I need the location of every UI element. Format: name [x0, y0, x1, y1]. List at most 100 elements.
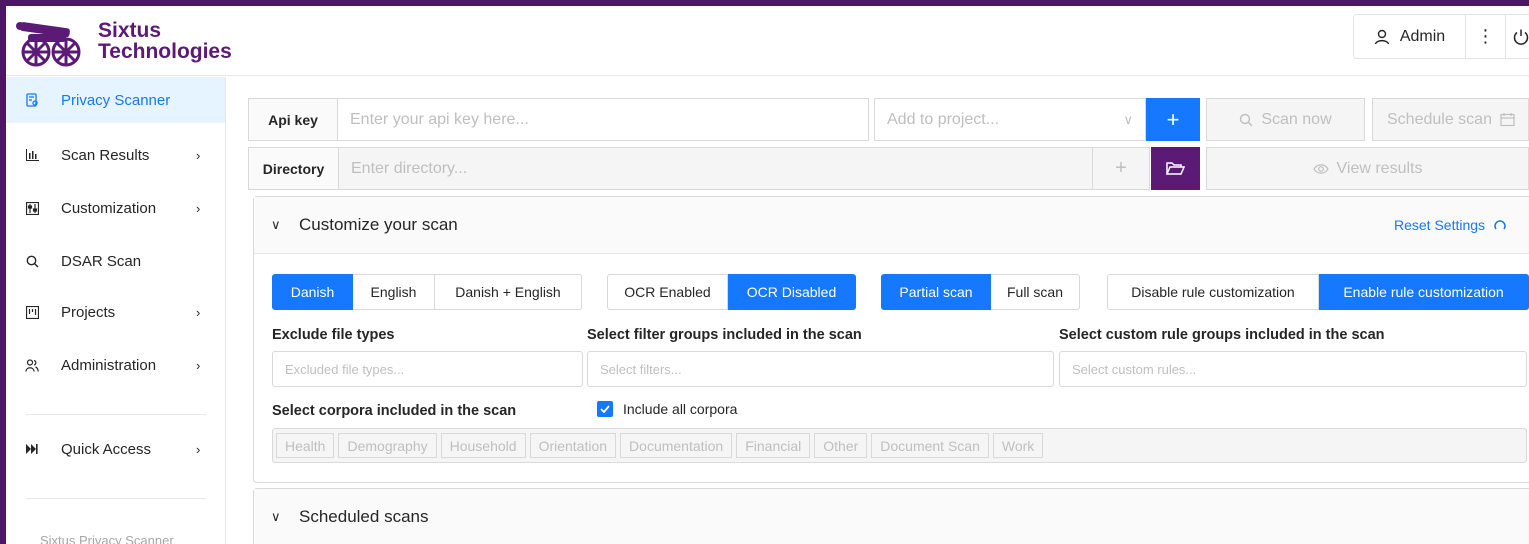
- language-option-english[interactable]: English: [353, 274, 435, 310]
- project-select[interactable]: Add to project... ∨: [874, 98, 1146, 141]
- rule-customization-option-enable[interactable]: Enable rule customization: [1319, 274, 1529, 310]
- sidebar-item-dsar-scan[interactable]: DSAR Scan: [6, 238, 225, 284]
- brand-name-line1: Sixtus: [98, 19, 162, 42]
- sidebar-item-administration[interactable]: Administration ›: [6, 342, 225, 388]
- brand-name: Sixtus Technologies: [98, 20, 232, 62]
- ocr-option-disabled[interactable]: OCR Disabled: [728, 274, 856, 310]
- calendar-icon: [1500, 113, 1515, 127]
- brand-logo[interactable]: Sixtus Technologies: [14, 12, 232, 70]
- corpora-select[interactable]: Health Demography Household Orientation …: [272, 428, 1527, 463]
- user-name: Admin: [1399, 27, 1446, 45]
- scheduled-scans-header[interactable]: ∨ Scheduled scans: [254, 489, 1529, 544]
- corpus-tag: Orientation: [529, 433, 617, 458]
- custom-rule-groups-label: Select custom rule groups included in th…: [1059, 327, 1385, 343]
- filter-groups-label: Select filter groups included in the sca…: [587, 327, 862, 343]
- corpus-tag: Documentation: [620, 433, 733, 458]
- corpus-tag: Document Scan: [871, 433, 989, 458]
- bar-chart-icon: [25, 148, 39, 162]
- ocr-selector: OCR Enabled OCR Disabled: [607, 274, 856, 310]
- sidebar-item-label: Administration: [61, 356, 157, 374]
- language-option-both[interactable]: Danish + English: [435, 274, 582, 310]
- view-results-button[interactable]: View results: [1206, 147, 1529, 190]
- rule-customization-option-disable[interactable]: Disable rule customization: [1107, 274, 1319, 310]
- sidebar-item-privacy-scanner[interactable]: Privacy Scanner: [6, 77, 225, 123]
- browse-folder-button[interactable]: [1151, 147, 1200, 190]
- corpus-tag: Demography: [338, 433, 437, 458]
- scan-type-option-full[interactable]: Full scan: [991, 274, 1080, 310]
- corpus-tag: Financial: [736, 433, 811, 458]
- sidebar-divider: [26, 498, 206, 499]
- user-icon: [1374, 29, 1389, 44]
- sidebar-item-label: Scan Results: [61, 146, 150, 164]
- directory-input[interactable]: Enter directory...: [338, 147, 1093, 190]
- top-header: Sixtus Technologies Admin ⋮: [6, 6, 1529, 76]
- customize-panel: ∨ Customize your scan Reset Settings Dan…: [253, 196, 1529, 483]
- scan-doc-icon: [25, 93, 39, 107]
- chevron-down-icon: ∨: [271, 217, 281, 232]
- customize-panel-header[interactable]: ∨ Customize your scan Reset Settings: [254, 197, 1529, 254]
- sidebar-item-label: Customization: [61, 199, 157, 217]
- corpus-tag: Household: [440, 433, 526, 458]
- exclude-file-types-select[interactable]: Excluded file types...: [272, 351, 583, 387]
- eye-icon: [1312, 163, 1329, 174]
- include-all-corpora-label: Include all corpora: [623, 401, 738, 417]
- sidebar-item-projects[interactable]: Projects ›: [6, 289, 225, 335]
- scan-type-option-partial[interactable]: Partial scan: [881, 274, 991, 310]
- filter-groups-select[interactable]: Select filters...: [587, 351, 1054, 387]
- corpus-tag: Health: [276, 433, 335, 458]
- api-key-input[interactable]: Enter your api key here...: [337, 98, 869, 141]
- include-all-corpora-checkbox[interactable]: Include all corpora: [597, 401, 737, 417]
- rule-customization-selector: Disable rule customization Enable rule c…: [1107, 274, 1529, 310]
- schedule-scan-button[interactable]: Schedule scan: [1372, 98, 1529, 141]
- custom-rule-groups-select[interactable]: Select custom rules...: [1059, 351, 1527, 387]
- ocr-option-enabled[interactable]: OCR Enabled: [607, 274, 728, 310]
- reset-settings-link[interactable]: Reset Settings: [1394, 217, 1507, 233]
- more-options-button[interactable]: ⋮: [1466, 15, 1506, 58]
- add-directory-button[interactable]: +: [1092, 147, 1150, 190]
- chevron-right-icon: ›: [196, 200, 201, 216]
- chevron-right-icon: ›: [196, 304, 201, 320]
- chevron-down-icon: ∨: [271, 509, 281, 524]
- app-window: Sixtus Technologies Admin ⋮ Privacy Scan…: [6, 6, 1529, 544]
- scheduled-scans-title: Scheduled scans: [299, 507, 429, 526]
- sidebar-item-scan-results[interactable]: Scan Results ›: [6, 132, 225, 178]
- chevron-right-icon: ›: [196, 441, 201, 457]
- scheduled-scans-panel: ∨ Scheduled scans: [253, 488, 1529, 544]
- header-actions: Admin ⋮: [1353, 14, 1529, 59]
- cannon-logo-icon: [16, 22, 81, 67]
- folder-open-icon: [1166, 162, 1185, 175]
- reset-settings-label: Reset Settings: [1394, 217, 1486, 233]
- users-icon: [25, 358, 39, 372]
- sidebar-item-label: Privacy Scanner: [61, 91, 171, 109]
- api-key-label: Api key: [248, 98, 338, 141]
- corpus-tag: Other: [814, 433, 868, 458]
- fast-forward-icon: [25, 442, 39, 456]
- corpus-tag: Work: [992, 433, 1044, 458]
- sidebar-item-customization[interactable]: Customization ›: [6, 185, 225, 231]
- chevron-down-icon: ∨: [1123, 111, 1133, 127]
- project-select-placeholder: Add to project...: [887, 110, 1000, 128]
- add-project-button[interactable]: +: [1146, 98, 1200, 141]
- sidebar: Privacy Scanner Scan Results › Customiza…: [6, 77, 226, 544]
- directory-label: Directory: [248, 147, 339, 190]
- scan-now-button[interactable]: Scan now: [1206, 98, 1365, 141]
- language-selector: Danish English Danish + English: [272, 274, 582, 310]
- power-icon: [1513, 29, 1529, 45]
- sidebar-item-label: Projects: [61, 303, 116, 321]
- language-option-danish[interactable]: Danish: [272, 274, 353, 310]
- sidebar-divider: [26, 414, 206, 415]
- sidebar-item-label: DSAR Scan: [61, 252, 142, 270]
- logout-button[interactable]: [1506, 15, 1529, 58]
- main-content: Api key Enter your api key here... Add t…: [226, 77, 1529, 544]
- more-vertical-icon: ⋮: [1476, 26, 1495, 46]
- user-menu-button[interactable]: Admin: [1354, 15, 1466, 58]
- chevron-right-icon: ›: [196, 147, 201, 163]
- search-icon: [1240, 113, 1253, 126]
- scan-type-selector: Partial scan Full scan: [881, 274, 1080, 310]
- sidebar-footer: Sixtus Privacy Scanner: [40, 533, 174, 544]
- chevron-right-icon: ›: [196, 357, 201, 373]
- customize-panel-title: Customize your scan: [299, 215, 458, 234]
- exclude-file-types-label: Exclude file types: [272, 327, 395, 343]
- sidebar-item-quick-access[interactable]: Quick Access ›: [6, 426, 225, 472]
- checkbox-checked-icon: [597, 401, 613, 417]
